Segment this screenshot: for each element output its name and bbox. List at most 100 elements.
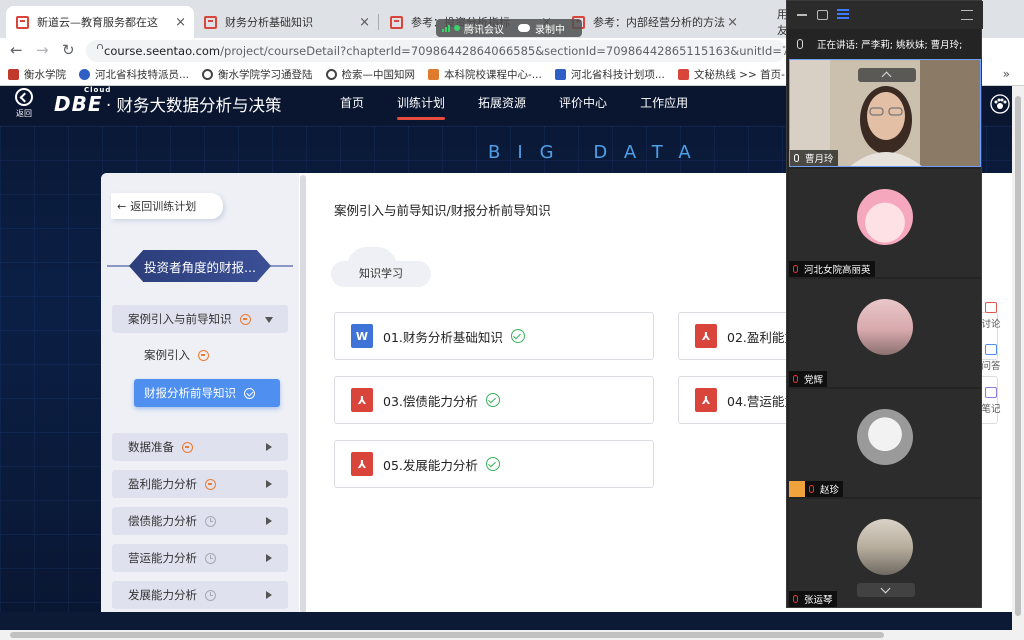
completed-check-icon: [485, 457, 500, 471]
subsection-list: 案例引入 财报分析前导知识: [112, 335, 288, 423]
section-data-prep[interactable]: 数据准备: [112, 433, 288, 461]
bookmark-item[interactable]: 检索—中国知网: [325, 67, 415, 82]
close-tab-icon[interactable]: ×: [727, 15, 738, 30]
document-title: 01.财务分析基础知识: [383, 329, 503, 345]
bookmark-item[interactable]: 衡水学院学习通登陆: [202, 67, 313, 82]
section-growth[interactable]: 发展能力分析: [112, 581, 288, 609]
url-field[interactable]: course.seentao.com/project/courseDetail?…: [86, 40, 786, 62]
bookmark-label: 文秘热线 >> 首页-...: [693, 69, 795, 81]
bookmark-favicon-icon: [428, 69, 440, 80]
section-label: 偿债能力分析: [128, 514, 197, 528]
qa-icon: [985, 344, 997, 355]
minimize-icon[interactable]: [797, 14, 807, 16]
forward-arrow-icon[interactable]: →: [36, 41, 49, 59]
back-arrow-icon[interactable]: ←: [10, 41, 23, 59]
participant-video-tile[interactable]: 曹月玲: [789, 59, 981, 167]
collapse-icon[interactable]: [961, 10, 973, 20]
discussion-icon: [985, 302, 997, 313]
scroll-up-button[interactable]: [858, 68, 916, 82]
bookmark-item[interactable]: 衡水学院: [8, 67, 66, 82]
main-nav: 首页 训练计划 拓展资源 评价中心 工作应用: [340, 94, 721, 120]
nav-extended-resources[interactable]: 拓展资源: [478, 94, 526, 111]
check-circle-icon: [244, 387, 255, 399]
avatar: [857, 299, 913, 355]
participant-name-tag: 党辉: [789, 371, 828, 387]
meeting-video-panel: 正在讲话: 严李莉; 姚秋妹; 曹月玲; 曹月玲 河北女院高丽英 党辉 赵珍 张…: [786, 0, 983, 608]
section-solvency[interactable]: 偿债能力分析: [112, 507, 288, 535]
participant-tile[interactable]: 赵珍: [789, 389, 981, 497]
bookmark-item[interactable]: 文秘热线 >> 首页-...: [677, 67, 795, 82]
participant-tile[interactable]: 张运琴: [789, 499, 981, 607]
tencent-meeting-indicator[interactable]: 腾讯会议 录制中: [436, 19, 582, 37]
section-operating[interactable]: 营运能力分析: [112, 544, 288, 572]
tab-separator: [378, 14, 379, 30]
nav-evaluation-center[interactable]: 评价中心: [559, 94, 607, 111]
seentao-favicon-icon: [204, 15, 217, 29]
tab-yonyou[interactable]: 用友: [746, 6, 790, 95]
document-card[interactable]: ⅄ 03.偿债能力分析: [334, 376, 654, 424]
tab-internal-analysis[interactable]: 参考：内部经营分析的方法 ×: [562, 6, 746, 38]
scrollbar-thumb[interactable]: [10, 632, 884, 638]
bookmark-item[interactable]: 河北省科技特派员...: [79, 67, 189, 82]
pdf-file-icon: ⅄: [351, 452, 373, 476]
speaking-indicator: 正在讲话: 严李莉; 姚秋妹; 曹月玲;: [787, 31, 983, 57]
return-button[interactable]: 返回: [12, 88, 36, 119]
completed-check-icon: [485, 393, 500, 407]
pdf-file-icon: ⅄: [695, 324, 717, 348]
participant-tile[interactable]: 党辉: [789, 279, 981, 387]
tab-financial-basics[interactable]: 财务分析基础知识 ×: [194, 6, 378, 38]
nav-training-plan[interactable]: 训练计划: [397, 94, 446, 120]
signal-icon: [442, 24, 450, 32]
list-layout-icon[interactable]: [837, 9, 849, 21]
url-path: /project/courseDetail?chapterId=70986442…: [220, 44, 786, 58]
participant-name-tag: 张运琴: [789, 591, 837, 607]
completed-check-icon: [510, 329, 525, 343]
seentao-favicon-icon: [16, 15, 29, 29]
subsection-label: 案例引入: [144, 348, 190, 362]
back-to-plan-button[interactable]: ← 返回训练计划: [111, 193, 223, 219]
tab-title: 参考：内部经营分析的方法: [593, 16, 725, 29]
bookmarks-overflow-button[interactable]: »: [1003, 67, 1010, 81]
bookmark-item[interactable]: 本科院校课程中心-...: [428, 67, 542, 82]
document-title: 03.偿债能力分析: [383, 393, 478, 409]
participant-name-tag: 赵珍: [789, 481, 844, 497]
page-horizontal-scrollbar[interactable]: [0, 630, 1024, 640]
scroll-down-button[interactable]: [857, 583, 915, 597]
nav-work-apps[interactable]: 工作应用: [640, 94, 688, 111]
document-card[interactable]: ⅄ 05.发展能力分析: [334, 440, 654, 488]
participant-name-tag: 曹月玲: [790, 150, 838, 166]
section-profitability[interactable]: 盈利能力分析: [112, 470, 288, 498]
document-card[interactable]: W 01.财务分析基础知识: [334, 312, 654, 360]
subsection-financial-prerequisite[interactable]: 财报分析前导知识: [134, 379, 280, 407]
speaking-label: 正在讲话: 严李莉; 姚秋妹; 曹月玲;: [817, 40, 963, 51]
close-tab-icon[interactable]: ×: [359, 15, 370, 30]
bookmark-label: 衡水学院学习通登陆: [218, 69, 313, 81]
close-tab-icon[interactable]: ×: [175, 15, 186, 30]
section-intro-knowledge[interactable]: 案例引入与前导知识: [112, 305, 288, 333]
tool-label: 问答: [981, 361, 1001, 372]
bookmark-favicon-icon: [554, 69, 566, 80]
scrollbar-thumb[interactable]: [1015, 96, 1021, 616]
caret-down-icon: [265, 317, 273, 323]
paw-icon[interactable]: [990, 94, 1010, 114]
caret-right-icon: [266, 517, 272, 525]
pdf-file-icon: ⅄: [351, 388, 373, 412]
tool-label: 笔记: [981, 404, 1001, 415]
reload-icon[interactable]: ↻: [62, 41, 75, 59]
chapter-sidebar: ← 返回训练计划 投资者角度的财报... 案例引入与前导知识 案例引入 财报分析…: [101, 173, 299, 612]
participant-tile[interactable]: 河北女院高丽英: [789, 169, 981, 277]
section-label: 发展能力分析: [128, 588, 197, 602]
meeting-panel-toolbar: [787, 1, 983, 29]
nav-home[interactable]: 首页: [340, 94, 364, 111]
sidebar-scrollbar[interactable]: [300, 175, 306, 612]
window-icon[interactable]: [817, 10, 828, 20]
big-data-banner: BIG DATA: [488, 142, 708, 163]
bookmark-item[interactable]: 河北省科技计划项...: [554, 67, 665, 82]
word-file-icon: W: [351, 324, 373, 348]
page-vertical-scrollbar[interactable]: [1012, 86, 1024, 630]
knowledge-learning-tag: 知识学习: [331, 239, 431, 289]
tab-seentao[interactable]: 新道云—教育服务都在这 ×: [6, 6, 194, 38]
recording-status: 录制中: [518, 21, 565, 36]
live-dot-icon: [454, 25, 460, 31]
subsection-case-intro[interactable]: 案例引入: [144, 347, 209, 363]
